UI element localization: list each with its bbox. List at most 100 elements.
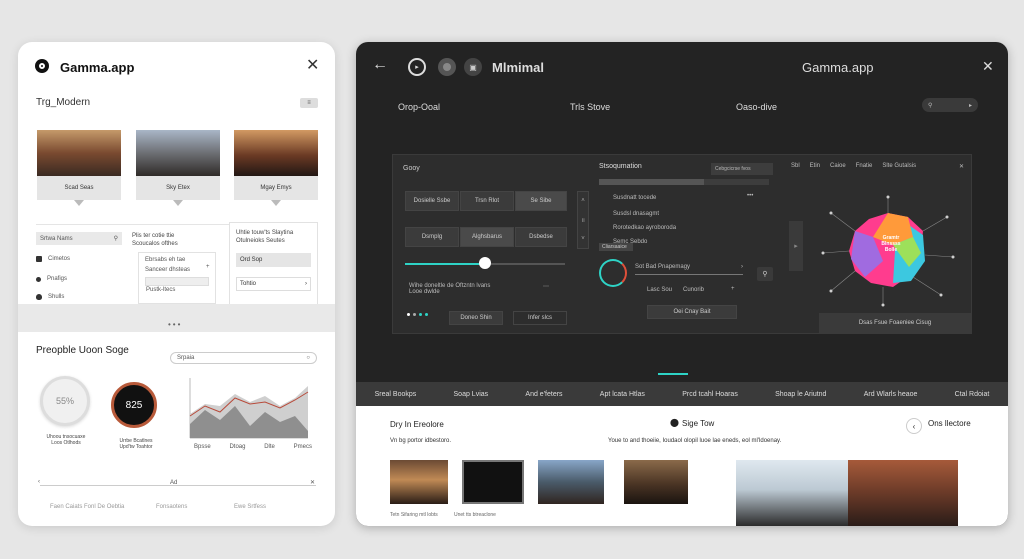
mini-tab[interactable]: Fnatie bbox=[856, 163, 873, 169]
nav-tab[interactable]: Ard Wlarls heaoe bbox=[864, 391, 918, 398]
close-small-icon[interactable]: ✕ bbox=[310, 479, 315, 486]
grid-button[interactable]: Se Sibe bbox=[515, 191, 567, 211]
chevron-right-icon: › bbox=[741, 263, 743, 270]
nav-tab[interactable]: Sreal Bookps bbox=[375, 391, 417, 398]
more-icon[interactable]: ••• bbox=[747, 193, 753, 199]
plus-icon[interactable]: + bbox=[731, 286, 735, 292]
thumb-card-1[interactable]: Scad Seas bbox=[37, 130, 121, 200]
app-title: Gamma.app bbox=[802, 60, 874, 75]
sidebar-item[interactable]: Cimetos bbox=[36, 256, 70, 262]
nav-tab[interactable]: Prcd tcahl Hoaras bbox=[682, 391, 738, 398]
thumb-photo[interactable] bbox=[624, 460, 688, 504]
vertical-stepper[interactable]: ˄ ॥ ˅ bbox=[577, 191, 589, 249]
thumb-photo[interactable] bbox=[462, 460, 524, 504]
side-arrow[interactable]: ▸ bbox=[789, 221, 803, 271]
header-search[interactable]: ⚲ ▸ bbox=[922, 98, 978, 112]
thumb-pointer bbox=[173, 200, 183, 206]
menu-toggle-button[interactable]: ≡ bbox=[300, 98, 318, 108]
close-icon[interactable]: ✕ bbox=[306, 58, 319, 74]
grid-button[interactable]: Dsbedse bbox=[515, 227, 567, 247]
bottom-button-2[interactable]: Infer slcs bbox=[513, 311, 567, 325]
status-field[interactable]: Sot Bad Pnapemagy › bbox=[635, 259, 743, 275]
thumb-card-3[interactable]: Mgay Emys bbox=[234, 130, 318, 200]
mini-tab[interactable]: Caioe bbox=[830, 163, 846, 169]
timeline-slider[interactable] bbox=[40, 485, 316, 486]
close-small-icon[interactable]: ✕ bbox=[959, 163, 964, 170]
grid-button[interactable]: Trsn Rlot bbox=[460, 191, 514, 211]
search-icon: ○ bbox=[306, 355, 310, 361]
more-icon[interactable]: ⋯ bbox=[543, 283, 549, 290]
feature-photo-1[interactable] bbox=[736, 460, 848, 526]
chevron-left-button[interactable]: ‹ bbox=[906, 418, 922, 434]
grid-button[interactable]: Alghsbarus bbox=[460, 227, 514, 247]
gauge-dark-value: 825 bbox=[125, 399, 143, 411]
nav-tab[interactable]: Shoap le Ariutnd bbox=[775, 391, 826, 398]
mid-title: Stsoqumation bbox=[599, 163, 642, 170]
thumb-caption: Sky Etex bbox=[136, 176, 220, 200]
mid-row[interactable]: Susdsl dnasagmt bbox=[613, 211, 659, 217]
plus-icon[interactable]: + bbox=[206, 264, 210, 270]
sidebar-select[interactable]: Srtwa Nams ⚲ bbox=[36, 232, 122, 245]
mini-tab[interactable]: Etin bbox=[810, 163, 820, 169]
right-text: Uhtie touw'ts Slaytina Otulneioks Seutes bbox=[236, 230, 294, 244]
gauge-dark-caption: Urrbe Bcatlnes Upd'tw Toahtor bbox=[119, 438, 153, 450]
gauge-light: 55% bbox=[40, 376, 90, 426]
chart-xlabels: Bpsse Dtoag Dlte Pmecs bbox=[194, 444, 312, 450]
footer-link[interactable]: Fonsaotens bbox=[156, 504, 187, 510]
carousel-dots[interactable]: ••• bbox=[168, 320, 182, 329]
header-tab[interactable]: Trls Stove bbox=[570, 102, 610, 112]
ord-sop-button[interactable]: Ord Sop bbox=[236, 253, 311, 267]
list-input[interactable]: Pustk-ltecs bbox=[145, 277, 209, 293]
header-tab[interactable]: Orop-Ooal bbox=[398, 102, 440, 112]
footer-link[interactable]: Ewe Srtfess bbox=[234, 504, 266, 510]
thumb-image bbox=[136, 130, 220, 176]
mid-progress bbox=[599, 179, 769, 185]
status-text: Sot Bad Pnapemagy bbox=[635, 263, 691, 270]
photo-caption: Tetn Sifaring mtl lobts bbox=[390, 512, 438, 518]
grid-button[interactable]: Dosielle Ssbe bbox=[405, 191, 459, 211]
mid-row[interactable]: Susdnatt tocede bbox=[613, 195, 656, 201]
mid-chip[interactable]: Cliarsaaice bbox=[599, 243, 633, 251]
page-dots[interactable] bbox=[407, 313, 428, 316]
sidebar-item[interactable]: Shulls bbox=[36, 294, 64, 300]
nav-tab[interactable]: And e'feters bbox=[525, 391, 562, 398]
mid-progress-fill bbox=[599, 179, 705, 185]
back-arrow-icon[interactable]: ← bbox=[372, 56, 388, 74]
close-icon[interactable]: ✕ bbox=[982, 58, 994, 75]
list-input-text: Pustk-ltecs bbox=[146, 287, 176, 293]
thumb-card-2[interactable]: Sky Etex bbox=[136, 130, 220, 200]
search-button[interactable]: ⚲ bbox=[757, 267, 773, 281]
modal-panel: Gooy Dosielle Ssbe Trsn Rlot Se Sibe Dsm… bbox=[392, 154, 972, 334]
search-input[interactable]: Srpaia ○ bbox=[170, 352, 317, 364]
dot bbox=[425, 313, 428, 316]
left-window: Gamma.app ✕ Trg_Modern ≡ Scad Seas Sky E… bbox=[18, 42, 335, 526]
right-caption[interactable]: Dsas Fsue Foaeniee Cisug bbox=[819, 313, 971, 333]
grid-button[interactable]: Dsmplg bbox=[405, 227, 459, 247]
mini-tab[interactable]: Sbl bbox=[791, 163, 800, 169]
tohtio-button[interactable]: Tohtio › bbox=[236, 277, 311, 291]
bottom-button-1[interactable]: Doneo Shin bbox=[449, 311, 503, 325]
mid-select[interactable]: Cebgcicrse fvos bbox=[711, 163, 773, 175]
thumb-photo[interactable] bbox=[390, 460, 448, 504]
thumb-photo[interactable] bbox=[538, 460, 604, 504]
nav-tab[interactable]: Apt lcata Htlas bbox=[600, 391, 645, 398]
camera-icon[interactable]: ▣ bbox=[464, 58, 482, 76]
chevron-left-icon[interactable]: ‹ bbox=[38, 479, 40, 485]
slider-thumb[interactable] bbox=[479, 257, 491, 269]
mini-tab[interactable]: Slte Gutalsis bbox=[882, 163, 916, 169]
sidebar-item[interactable]: Pnafigs bbox=[36, 276, 67, 282]
footer-link[interactable]: Faen Caiats Fonl De Oebtia bbox=[50, 504, 124, 510]
apple-icon bbox=[36, 294, 42, 300]
record-icon[interactable] bbox=[438, 58, 456, 76]
header-tab[interactable]: Oaso-dive bbox=[736, 102, 777, 112]
nav-tab[interactable]: Ctal Rdoiat bbox=[955, 391, 990, 398]
chevron-up-icon: ˄ bbox=[581, 198, 585, 204]
play-icon[interactable]: ▸ bbox=[408, 58, 426, 76]
mid-row[interactable]: Rorotedkao ayroboroda bbox=[613, 225, 676, 231]
feature-photo-2[interactable] bbox=[848, 460, 958, 526]
app-logo-icon bbox=[35, 59, 49, 73]
chevron-right-icon: ▸ bbox=[968, 102, 972, 109]
nav-tab[interactable]: Soap Lvias bbox=[454, 391, 489, 398]
bottom-right-title: Ons llectore bbox=[928, 419, 971, 428]
status-button[interactable]: Oei Cnay Bait bbox=[647, 305, 737, 319]
